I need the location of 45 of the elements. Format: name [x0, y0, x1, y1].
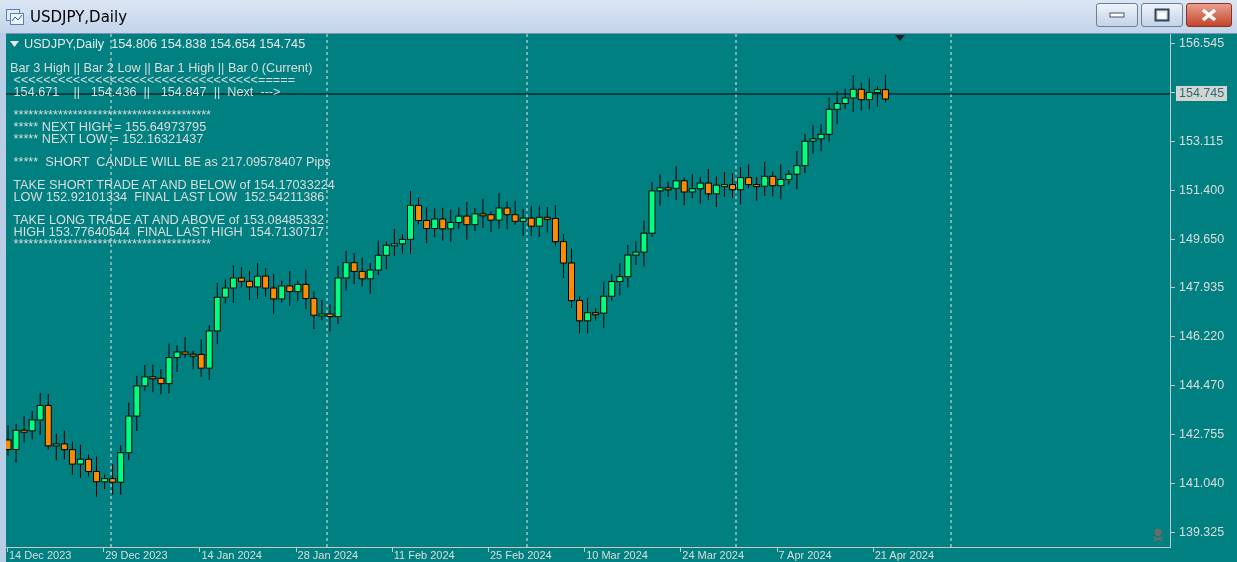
info-line: Bar 3 High || Bar 2 Low || Bar 1 High || Bar 0 (Current) [10, 62, 313, 74]
info-line: TAKE SHORT TRADE AT AND BELOW of 154.17033224 [12, 179, 335, 191]
minimize-icon [1109, 12, 1125, 18]
window-title: USDJPY,Daily [30, 7, 128, 26]
info-line: **************************************** [12, 109, 212, 121]
date-label: 14 Jan 2024 [200, 549, 262, 562]
date-label: 24 Mar 2024 [681, 549, 745, 562]
chart-window-icon [6, 8, 24, 25]
close-button[interactable] [1186, 3, 1232, 27]
date-label: 25 Feb 2024 [488, 549, 552, 562]
info-line: ***** SHORT CANDLE WILL BE as 217.09578407 Pips [12, 156, 331, 168]
price-label: 149.650 [1179, 232, 1225, 246]
info-line: HIGH 153.77640544 FINAL LAST HIGH 154.7130717 [12, 226, 324, 238]
chart-header: USDJPY,Daily 154.806 154.838 154.654 154.745 [24, 37, 306, 51]
dropdown-triangle-icon[interactable] [10, 41, 19, 47]
price-label: 156.545 [1179, 37, 1225, 50]
date-label: 10 Mar 2024 [585, 549, 648, 562]
marker-triangle-icon [895, 35, 905, 41]
price-label: 151.400 [1179, 183, 1225, 197]
info-line: 154.671 || 154.436 || 154.847 || Next ---> [12, 86, 281, 98]
price-label: 141.040 [1179, 477, 1225, 490]
price-label: 147.935 [1179, 281, 1225, 295]
price-label: 142.755 [1179, 428, 1225, 442]
price-label: 153.115 [1179, 134, 1224, 148]
info-line: LOW 152.92101334 FINAL LAST LOW 152.54211386 [12, 191, 325, 203]
info-line: TAKE LONG TRADE AT AND ABOVE of 153.08485332 [12, 214, 325, 226]
maximize-icon [1154, 8, 1170, 22]
skull-icon [1152, 528, 1164, 541]
price-label: 146.220 [1179, 330, 1225, 344]
info-line: ***** NEXT HIGH = 155.64973795 [12, 121, 207, 133]
close-icon [1200, 8, 1218, 22]
date-label: 21 Apr 2024 [873, 549, 935, 562]
date-label: 11 Feb 2024 [392, 549, 455, 562]
maximize-button[interactable] [1141, 3, 1183, 27]
current-price-label: 154.745 [1176, 85, 1228, 101]
date-label: 7 Apr 2024 [777, 549, 832, 562]
price-label: 139.325 [1179, 525, 1225, 539]
info-line: **************************************** [12, 238, 212, 250]
info-line: <<<<<<<<<<<<<<<<<<<<<<<<<<<<<<<<<===== [12, 74, 296, 86]
info-line: ***** NEXT LOW = 152.16321437 [12, 133, 204, 145]
date-label: 29 Dec 2023 [104, 549, 168, 562]
price-label: 144.470 [1179, 379, 1225, 393]
minimize-button[interactable] [1096, 3, 1138, 27]
date-label: 14 Dec 2023 [8, 549, 72, 562]
date-label: 28 Jan 2024 [296, 549, 359, 562]
